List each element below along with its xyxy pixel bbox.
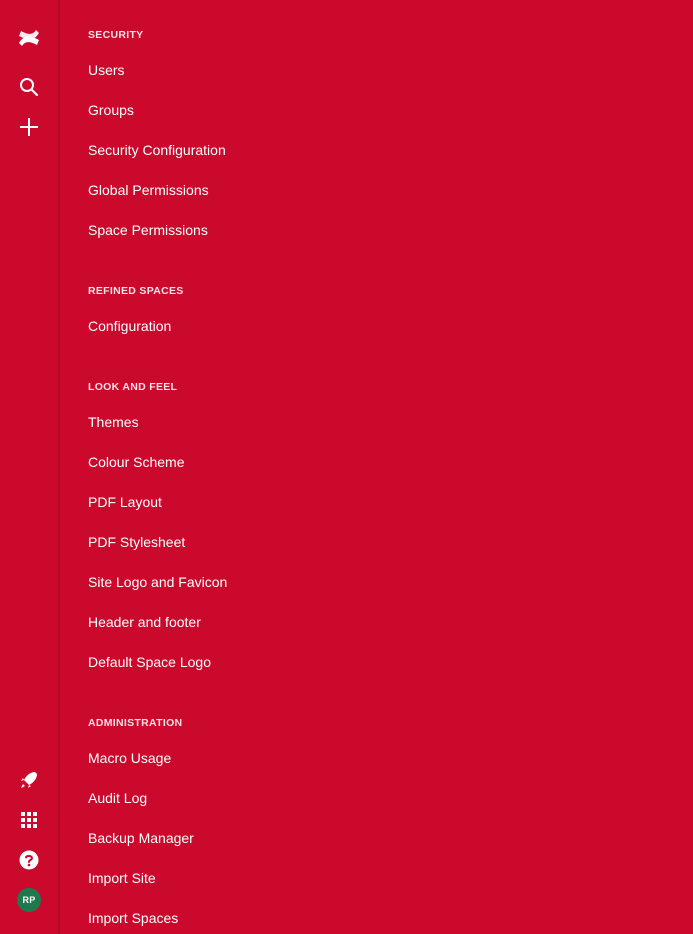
section-title-look-and-feel: LOOK AND FEEL [88, 381, 178, 393]
nav-item-default-space-logo[interactable]: Default Space Logo [88, 653, 211, 671]
nav-item-macro-usage[interactable]: Macro Usage [88, 749, 171, 767]
nav-item-import-site[interactable]: Import Site [88, 869, 156, 887]
nav-item-configuration[interactable]: Configuration [88, 317, 171, 335]
section-title-administration: ADMINISTRATION [88, 717, 183, 729]
nav-item-pdf-layout[interactable]: PDF Layout [88, 493, 162, 511]
nav-item-groups[interactable]: Groups [88, 101, 134, 119]
nav-item-pdf-stylesheet[interactable]: PDF Stylesheet [88, 533, 185, 551]
nav-item-space-permissions[interactable]: Space Permissions [88, 221, 208, 239]
nav-item-colour-scheme[interactable]: Colour Scheme [88, 453, 185, 471]
search-icon[interactable] [9, 69, 49, 105]
nav-item-import-spaces[interactable]: Import Spaces [88, 909, 178, 927]
profile-avatar-button[interactable]: RP [9, 882, 49, 918]
nav-item-site-logo-and-favicon[interactable]: Site Logo and Favicon [88, 573, 227, 591]
plus-icon[interactable] [9, 109, 49, 145]
nav-item-themes[interactable]: Themes [88, 413, 139, 431]
nav-item-security-configuration[interactable]: Security Configuration [88, 141, 226, 159]
global-sidebar: RP [0, 0, 60, 934]
nav-item-global-permissions[interactable]: Global Permissions [88, 181, 209, 199]
confluence-logo-icon[interactable] [9, 20, 49, 56]
section-title-security: SECURITY [88, 29, 144, 41]
nav-item-backup-manager[interactable]: Backup Manager [88, 829, 194, 847]
avatar: RP [17, 888, 41, 912]
rocket-icon[interactable] [9, 762, 49, 798]
nav-item-audit-log[interactable]: Audit Log [88, 789, 147, 807]
nav-item-header-and-footer[interactable]: Header and footer [88, 613, 201, 631]
app-switcher-icon[interactable] [9, 802, 49, 838]
help-icon[interactable] [9, 842, 49, 878]
nav-item-users[interactable]: Users [88, 61, 125, 79]
section-title-refined-spaces: REFINED SPACES [88, 285, 184, 297]
